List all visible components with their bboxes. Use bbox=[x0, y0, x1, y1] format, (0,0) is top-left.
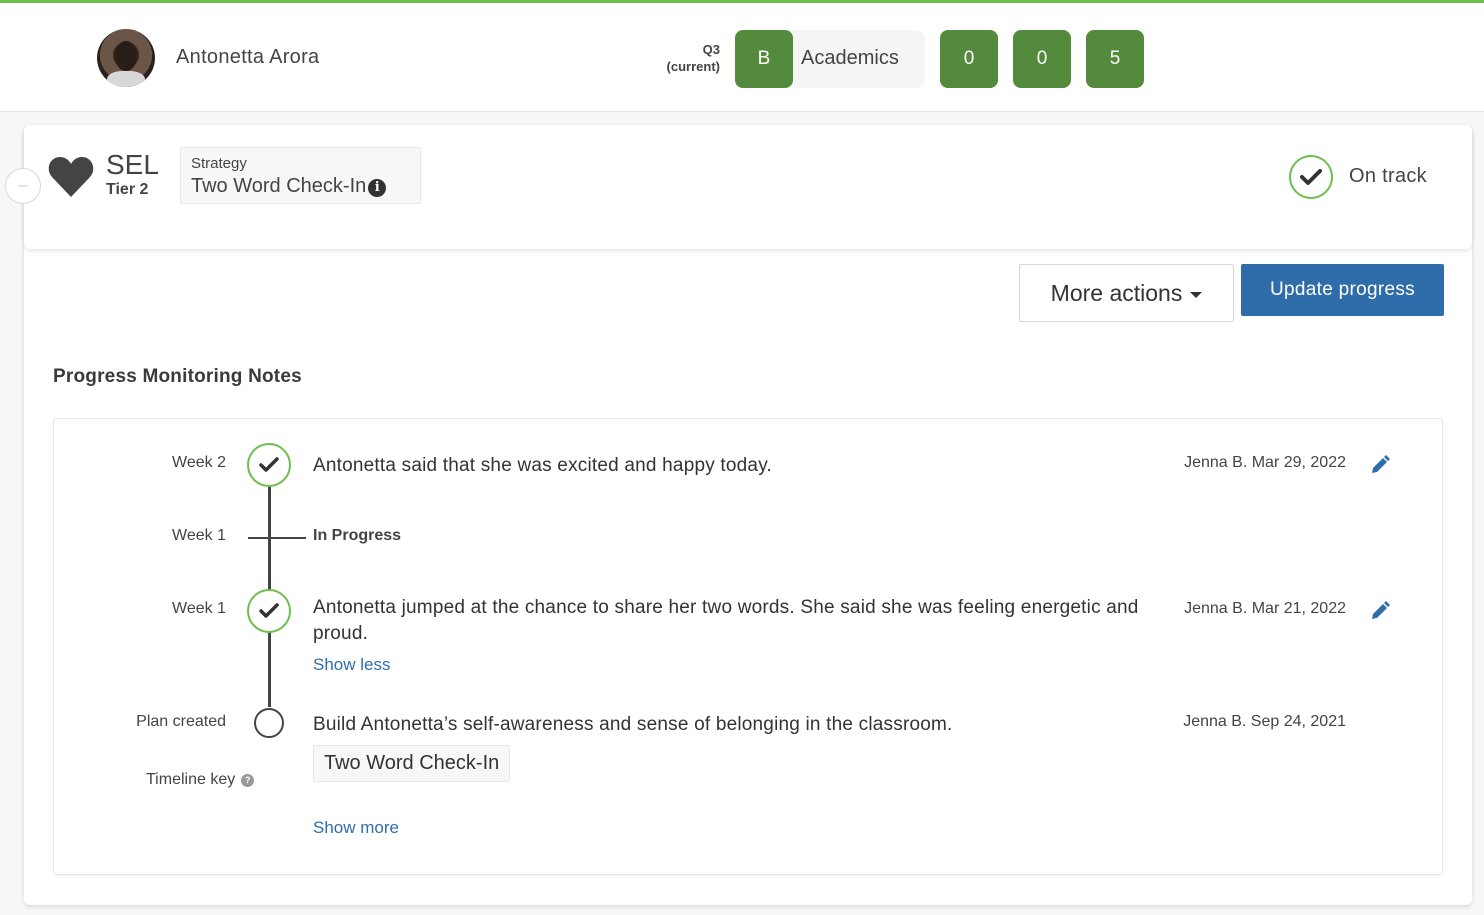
academics-grade-badge[interactable]: B Academics bbox=[735, 30, 925, 88]
on-track-status-icon bbox=[1289, 155, 1333, 199]
note-author-date: Jenna B. Mar 21, 2022 bbox=[1184, 600, 1346, 617]
status-label: On track bbox=[1349, 165, 1427, 187]
checkmark-icon bbox=[259, 457, 279, 472]
heart-icon bbox=[48, 157, 94, 197]
strategy-caption: Strategy bbox=[191, 155, 247, 172]
plan-goal-text: Build Antonetta’s self-awareness and sen… bbox=[313, 714, 953, 735]
strategy-tag: Two Word Check-In bbox=[313, 745, 511, 782]
count-badge-2[interactable]: 0 bbox=[1013, 30, 1071, 88]
show-more-link[interactable]: Show more bbox=[313, 818, 399, 838]
quarter-name: Q3 bbox=[702, 42, 720, 57]
help-icon[interactable]: ? bbox=[241, 774, 255, 787]
student-avatar[interactable] bbox=[97, 29, 155, 87]
show-less-link[interactable]: Show less bbox=[313, 655, 390, 675]
status-change-tick bbox=[248, 537, 306, 539]
edit-pencil-icon[interactable] bbox=[1370, 455, 1390, 475]
note-author-date: Jenna B. Mar 29, 2022 bbox=[1184, 454, 1346, 471]
quarter-label: Q3 (current) bbox=[640, 41, 720, 75]
student-header: Antonetta Arora Q3 (current) B Academics… bbox=[0, 3, 1484, 112]
timeline-label: Week 1 bbox=[172, 527, 226, 544]
timeline-key-label: Timeline key bbox=[146, 771, 236, 788]
timeline-label: Plan created bbox=[136, 713, 226, 730]
grade-letter: B bbox=[735, 30, 793, 88]
count-badge-3[interactable]: 5 bbox=[1086, 30, 1144, 88]
update-progress-button[interactable]: Update progress bbox=[1241, 264, 1444, 316]
more-actions-dropdown[interactable]: More actions bbox=[1019, 264, 1234, 322]
collapse-button[interactable]: – bbox=[5, 168, 41, 204]
strategy-box: Strategy Two Word Check-In i bbox=[180, 147, 421, 204]
grade-subject: Academics bbox=[801, 47, 899, 69]
avatar-shirt bbox=[107, 71, 145, 87]
timeline-label: Week 1 bbox=[172, 600, 226, 617]
timeline-key[interactable]: Timeline key? bbox=[146, 771, 255, 789]
student-name[interactable]: Antonetta Arora bbox=[176, 46, 319, 69]
avatar-face bbox=[115, 41, 137, 71]
checkmark-icon bbox=[1300, 169, 1322, 185]
checkmark-icon bbox=[259, 603, 279, 618]
notes-section-title: Progress Monitoring Notes bbox=[53, 366, 302, 387]
progress-notes-timeline: Week 2 Antonetta said that she was excit… bbox=[53, 418, 1443, 875]
check-milestone-icon bbox=[247, 443, 291, 487]
plan-start-circle-icon bbox=[254, 708, 284, 738]
plan-header: – SEL Tier 2 Strategy Two Word Check-In i… bbox=[5, 125, 1472, 249]
status-change-label: In Progress bbox=[313, 527, 402, 544]
note-text: Antonetta said that she was excited and … bbox=[313, 455, 772, 476]
note-author-date: Jenna B. Sep 24, 2021 bbox=[1183, 713, 1346, 730]
plan-tier: Tier 2 bbox=[106, 181, 149, 198]
strategy-name: Two Word Check-In i bbox=[191, 175, 387, 198]
check-milestone-icon bbox=[247, 589, 291, 633]
edit-pencil-icon[interactable] bbox=[1370, 601, 1390, 621]
info-icon[interactable]: i bbox=[368, 179, 387, 197]
strategy-name-text: Two Word Check-In bbox=[191, 175, 367, 197]
more-actions-label: More actions bbox=[1050, 279, 1183, 306]
caret-down-icon bbox=[1190, 292, 1203, 298]
note-text: Antonetta jumped at the chance to share … bbox=[313, 597, 1139, 644]
intervention-plan-card: – SEL Tier 2 Strategy Two Word Check-In i… bbox=[5, 125, 1472, 905]
plan-area: SEL bbox=[106, 149, 159, 180]
quarter-current: (current) bbox=[666, 59, 720, 74]
count-badge-1[interactable]: 0 bbox=[940, 30, 998, 88]
timeline-label: Week 2 bbox=[172, 454, 226, 471]
